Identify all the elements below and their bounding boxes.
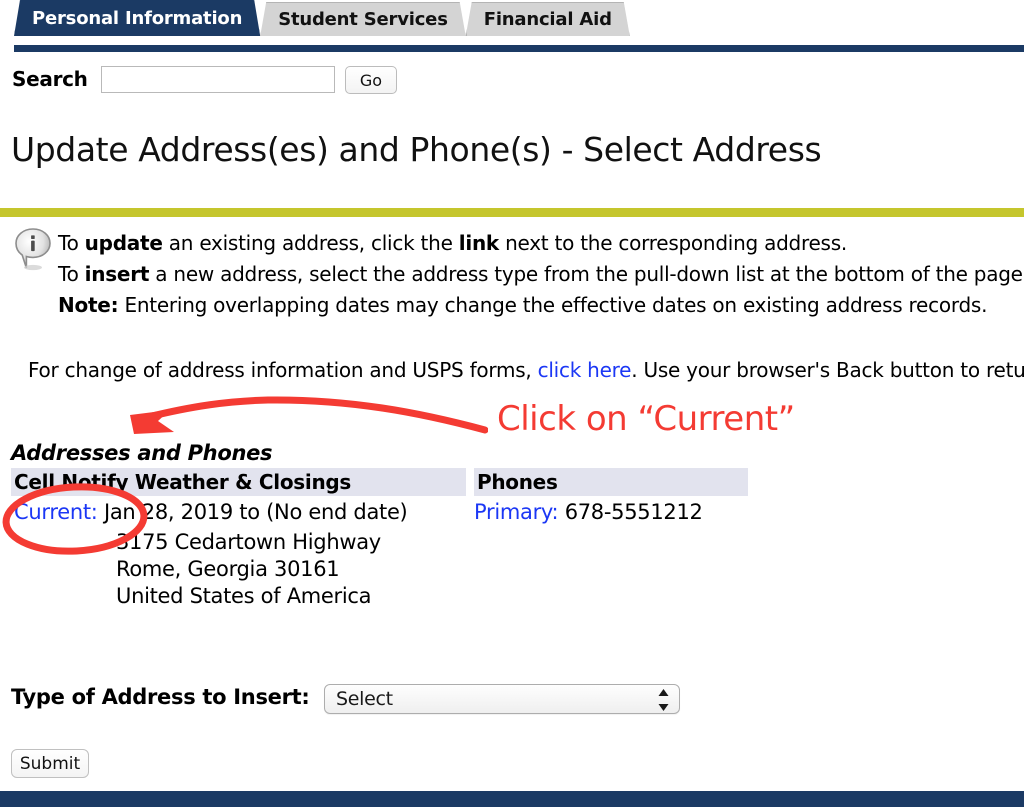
insert-type-label: Type of Address to Insert: [11, 685, 310, 709]
top-nav-tabbar: Personal Information Student Services Fi… [0, 0, 1024, 52]
address-country-line: United States of America [116, 584, 372, 608]
info-line1-mid: an existing address, click the [162, 231, 459, 255]
table-header-row: Cell Notify Weather & Closings Phones [11, 468, 751, 496]
info-line2-bold-insert: insert [84, 262, 150, 286]
tab-student-services[interactable]: Student Services [260, 2, 466, 36]
nav-underline-bar [14, 45, 1024, 52]
click-here-link[interactable]: click here [538, 358, 632, 382]
page-root: Personal Information Student Services Fi… [0, 0, 1024, 807]
info-line1-pre: To [58, 231, 85, 255]
primary-phone-link[interactable]: Primary: [474, 500, 559, 524]
table-header-cell-cell-notify: Cell Notify Weather & Closings [11, 468, 466, 496]
tab-label: Student Services [278, 9, 448, 30]
addresses-table: Cell Notify Weather & Closings Phones Cu… [11, 468, 751, 608]
page-title: Update Address(es) and Phone(s) - Select… [11, 130, 822, 169]
info-line2-post: a new address, select the address type f… [149, 262, 1024, 286]
usps-pre-text: For change of address information and US… [28, 358, 538, 382]
annotation-text: Click on “Current” [497, 399, 795, 439]
info-line2-pre: To [58, 262, 85, 286]
submit-button[interactable]: Submit [11, 749, 89, 778]
tab-financial-aid[interactable]: Financial Aid [466, 2, 630, 36]
search-row: Search Go [0, 59, 1024, 103]
info-line1-post: next to the corresponding address. [498, 231, 848, 255]
olive-divider [0, 208, 1024, 217]
current-address-link[interactable]: Current: [14, 500, 98, 524]
search-input[interactable] [101, 66, 335, 93]
address-city-state-zip-line: Rome, Georgia 30161 [116, 557, 340, 581]
search-label: Search [12, 67, 88, 91]
info-line1-bold-link: link [458, 231, 500, 255]
phone-cell: Primary: 678-5551212 [474, 499, 703, 526]
phone-number: 678-5551212 [564, 500, 703, 524]
usps-post-text: . Use your browser's Back button to retu… [631, 358, 1024, 382]
info-line-2: To insert a new address, select the addr… [58, 259, 1024, 290]
footer-bar [0, 791, 1024, 807]
usps-info-line: For change of address information and US… [28, 358, 1024, 382]
info-line3-bold-note: Note: [58, 293, 119, 317]
address-street-line: 3175 Cedartown Highway [116, 530, 381, 554]
info-line-1: To update an existing address, click the… [58, 228, 1024, 259]
info-balloon-icon [14, 227, 52, 271]
info-line-3: Note: Entering overlapping dates may cha… [58, 290, 1024, 321]
info-line1-bold-update: update [84, 231, 163, 255]
tab-personal-information[interactable]: Personal Information [14, 0, 260, 36]
addresses-section-title: Addresses and Phones [11, 441, 273, 465]
table-header-cell-phones: Phones [474, 468, 748, 496]
tab-label: Financial Aid [483, 9, 612, 30]
info-line3-post: Entering overlapping dates may change th… [118, 293, 988, 317]
insert-type-select-value: Select [336, 688, 393, 710]
tab-label: Personal Information [32, 8, 243, 29]
insert-type-select[interactable]: Select [324, 684, 680, 714]
address-row-primary-line: Current: Jan 28, 2019 to (No end date) [14, 499, 408, 526]
address-date-range: Jan 28, 2019 to (No end date) [103, 500, 408, 524]
tab-strip: Personal Information Student Services Fi… [0, 0, 630, 46]
info-instructions: To update an existing address, click the… [58, 228, 1024, 321]
chevron-updown-icon [658, 689, 669, 711]
search-go-button[interactable]: Go [345, 66, 397, 94]
